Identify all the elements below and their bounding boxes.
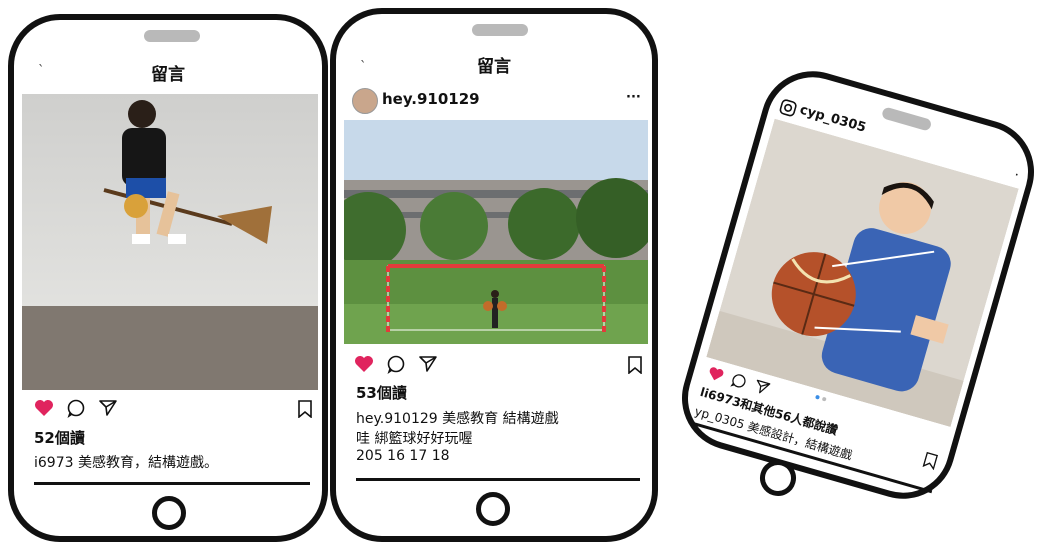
caption-line-3: 205 16 17 18 — [356, 448, 450, 464]
carousel-dots — [815, 394, 827, 402]
action-bar — [34, 398, 118, 418]
header-title: 留言 — [151, 65, 185, 85]
heart-icon[interactable] — [354, 355, 374, 373]
speaker-grille — [880, 106, 933, 132]
caption-line-2: 哇 綁籃球好好玩喔 — [356, 431, 473, 447]
comment-icon[interactable] — [386, 354, 406, 374]
likes-count: 53個讀 — [356, 384, 407, 402]
phone-middle: ˋ 留言 hey.910129 ··· 53個讀 hey.910129 美感教育… — [330, 8, 658, 542]
speaker-grille — [472, 24, 528, 36]
heart-icon[interactable] — [34, 399, 54, 417]
caption-line-1: hey.910129 美感教育 結構遊戲 — [356, 411, 559, 427]
likes-count: 52個讀 — [34, 429, 85, 447]
share-icon[interactable] — [98, 398, 118, 418]
action-bar — [354, 354, 438, 374]
bookmark-icon[interactable] — [922, 451, 939, 471]
share-icon[interactable] — [418, 354, 438, 374]
phone-left: ˋ 留言 52個讀 i6973 美感教育，結構遊戲。 — [8, 14, 328, 542]
home-divider — [34, 482, 310, 485]
post-photo[interactable] — [344, 120, 648, 344]
more-options-icon[interactable]: ··· — [626, 90, 641, 105]
avatar[interactable] — [352, 88, 378, 114]
heart-icon[interactable] — [706, 365, 725, 383]
instagram-icon — [779, 99, 797, 117]
caption: i6973 美感教育，結構遊戲。 — [34, 455, 218, 471]
comment-icon[interactable] — [729, 371, 749, 391]
goal-field-photo — [344, 120, 648, 344]
post-username[interactable]: hey.910129 — [382, 90, 480, 108]
bookmark-icon[interactable] — [628, 356, 642, 374]
more-options-dot: . — [1013, 163, 1023, 180]
header-title: 留言 — [477, 57, 511, 77]
comment-icon[interactable] — [66, 398, 86, 418]
broom-jump-photo — [22, 94, 318, 390]
home-button[interactable] — [476, 492, 510, 526]
share-icon[interactable] — [752, 378, 772, 398]
home-divider — [356, 478, 640, 481]
home-button[interactable] — [152, 496, 186, 530]
home-divider — [693, 422, 933, 494]
bookmark-icon[interactable] — [298, 400, 312, 418]
speaker-grille — [144, 30, 200, 42]
post-photo[interactable] — [22, 94, 318, 390]
phone-right: cyp_0305 . li6973和其他56人都說讚 yp_0305 美感設計，… — [669, 58, 1047, 512]
